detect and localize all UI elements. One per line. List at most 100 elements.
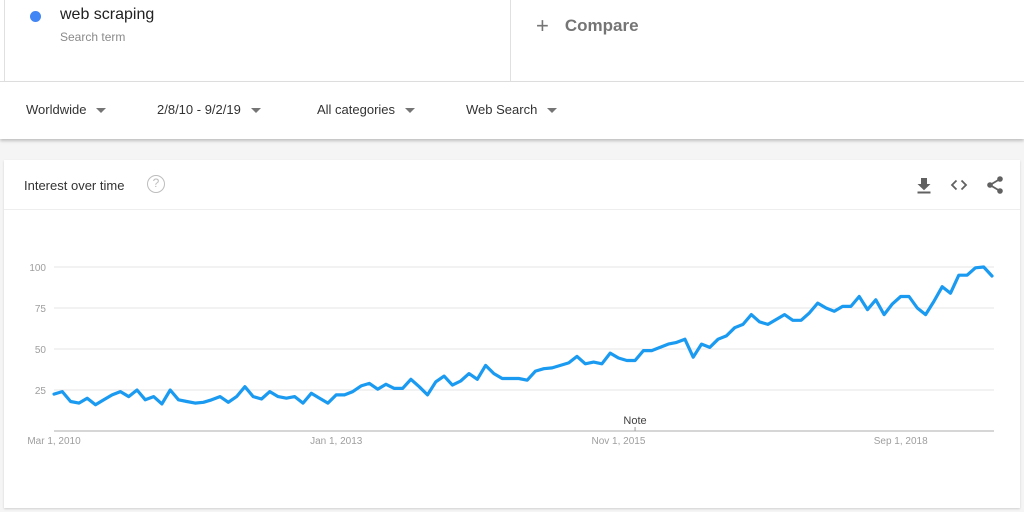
search-term-name: web scraping [60, 6, 155, 23]
x-tick-label: Nov 1, 2015 [591, 436, 645, 447]
x-tick-label: Sep 1, 2018 [874, 436, 928, 447]
data-point [225, 399, 231, 405]
data-point [682, 336, 688, 342]
filter-bar: Worldwide 2/8/10 - 9/2/19 All categories… [0, 82, 1024, 139]
data-point [524, 377, 530, 383]
data-point [142, 397, 148, 403]
data-point [425, 392, 431, 398]
data-point [823, 305, 829, 311]
y-tick-label: 75 [35, 304, 47, 315]
y-tick-label: 100 [29, 263, 46, 274]
data-point [117, 389, 123, 395]
data-point [815, 300, 821, 306]
data-point [690, 354, 696, 360]
compare-label: Compare [564, 16, 639, 35]
data-point [574, 353, 580, 359]
download-button[interactable] [913, 174, 935, 196]
y-axis-ticks: 25 50 75 100 [29, 263, 46, 397]
line-chart[interactable]: 25 50 75 100 Mar 1, 2010 Jan 1, 2013 Nov 1, 2… [4, 210, 1020, 508]
data-point [267, 389, 273, 395]
data-point [167, 387, 173, 393]
plus-icon: + [536, 13, 549, 38]
data-point [956, 272, 962, 278]
data-point [981, 264, 987, 270]
caret-down-icon [405, 107, 416, 113]
data-point [615, 355, 621, 361]
data-point [806, 310, 812, 316]
data-point [840, 303, 846, 309]
embed-button[interactable] [948, 174, 970, 196]
x-tick-label: Jan 1, 2013 [310, 436, 363, 447]
data-point [126, 394, 132, 400]
data-point [134, 387, 140, 393]
compare-button[interactable]: + Compare [536, 13, 639, 38]
embed-icon [950, 179, 968, 191]
filter-date-range[interactable]: 2/8/10 - 9/2/19 [157, 102, 261, 117]
data-point [333, 392, 339, 398]
caret-down-icon [250, 107, 261, 113]
data-point [358, 383, 364, 389]
data-point [184, 398, 190, 404]
filter-region[interactable]: Worldwide [26, 102, 107, 117]
y-tick-label: 50 [35, 345, 47, 356]
filter-search-type[interactable]: Web Search [466, 102, 558, 117]
data-point [234, 394, 240, 400]
data-point [707, 344, 713, 350]
data-point [624, 357, 630, 363]
data-point [873, 297, 879, 303]
data-point [508, 376, 514, 382]
data-point [51, 391, 57, 397]
data-point [499, 376, 505, 382]
data-point [391, 385, 397, 391]
data-point [151, 394, 157, 400]
note-label[interactable]: Note [623, 415, 646, 427]
card-header: Interest over time ? [4, 160, 1020, 210]
search-term-card[interactable]: web scraping Search term [4, 0, 511, 81]
help-circle-icon[interactable]: ? [147, 175, 165, 193]
search-term-bar: web scraping Search term + Compare [0, 0, 1024, 82]
data-point [923, 312, 929, 318]
data-point [757, 319, 763, 325]
data-point [715, 336, 721, 342]
data-point [748, 312, 754, 318]
data-point [292, 394, 298, 400]
data-point [342, 392, 348, 398]
data-point [939, 284, 945, 290]
share-button[interactable] [984, 174, 1006, 196]
data-point [474, 376, 480, 382]
data-point [557, 362, 563, 368]
data-point [433, 379, 439, 385]
data-point [848, 303, 854, 309]
data-point [914, 305, 920, 311]
filter-category[interactable]: All categories [317, 102, 416, 117]
data-point [283, 395, 289, 401]
data-point [657, 344, 663, 350]
data-point [300, 400, 306, 406]
y-tick-label: 25 [35, 386, 47, 397]
x-axis-ticks: Mar 1, 2010 Jan 1, 2013 Nov 1, 2015 Sep 1, … [27, 436, 928, 447]
filter-region-label: Worldwide [26, 102, 87, 117]
data-point [773, 316, 779, 322]
series-line-web-scraping[interactable] [52, 265, 994, 407]
data-point [93, 402, 99, 408]
data-point [192, 400, 198, 406]
data-point [607, 350, 613, 356]
data-point [765, 321, 771, 327]
data-point [856, 294, 862, 300]
data-point [68, 398, 74, 404]
data-point [989, 273, 995, 279]
data-point [781, 312, 787, 318]
data-point [674, 339, 680, 345]
data-points [51, 264, 995, 408]
data-point [591, 359, 597, 365]
data-point [790, 317, 796, 323]
data-point [76, 400, 82, 406]
caret-down-icon [96, 107, 107, 113]
data-point [640, 348, 646, 354]
data-point [898, 294, 904, 300]
data-point [159, 401, 165, 407]
data-point [375, 386, 381, 392]
data-point [259, 396, 265, 402]
note-annotation[interactable]: Note [623, 415, 647, 431]
download-icon [917, 178, 931, 194]
